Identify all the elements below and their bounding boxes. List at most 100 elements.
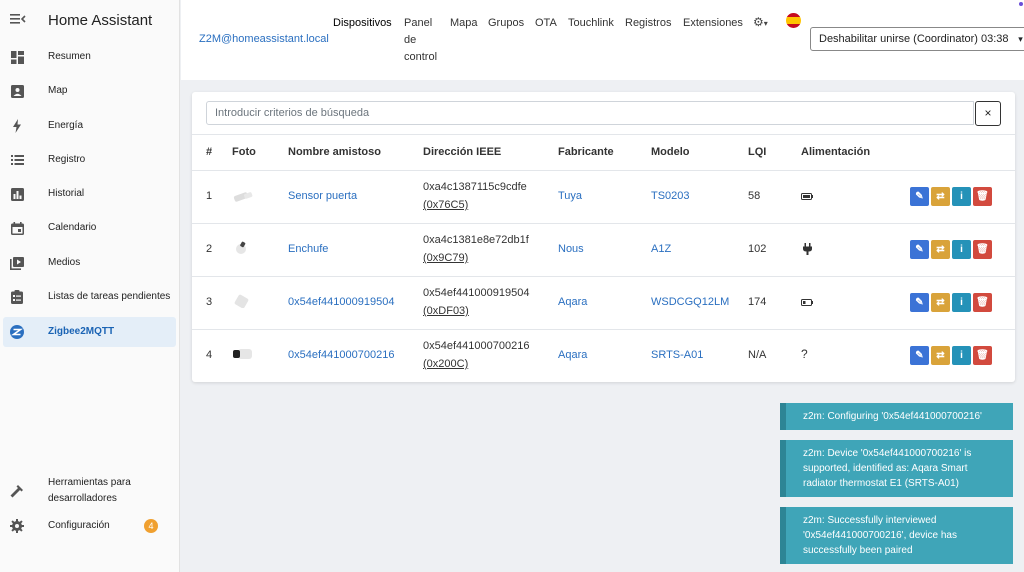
sidebar-item-calendario[interactable]: Calendario [0,213,176,243]
network-address: (0x200C) [423,358,469,370]
sidebar-item-label: Historial [48,188,85,199]
column-header-index[interactable]: # [206,146,212,158]
tab-panel-de-control[interactable]: Panel de control [404,15,437,66]
sidebar-item-energia[interactable]: Energía [0,111,176,141]
device-name-link[interactable]: Sensor puerta [288,188,357,205]
ieee-address: 0x54ef441000700216 [423,340,530,352]
tab-dispositivos[interactable]: Dispositivos [333,15,392,32]
reconfigure-button[interactable]: ⇄ [931,240,950,259]
info-button[interactable]: i [952,346,971,365]
delete-button[interactable]: 🗑 [973,293,992,312]
model-link[interactable]: TS0203 [651,188,690,205]
chevron-down-icon[interactable]: ▾ [1014,27,1024,51]
sidebar-item-dev-tools[interactable]: Herramientas para desarrolladores [0,473,176,509]
clear-search-button[interactable]: × [975,101,1001,126]
dev-tools-line-1: Herramientas para [48,477,131,488]
sidebar-item-registro[interactable]: Registro [0,145,176,175]
tab-ota[interactable]: OTA [535,15,557,32]
column-header-photo[interactable]: Foto [232,146,256,158]
device-name-link[interactable]: 0x54ef441000700216 [288,347,394,364]
row-actions: ✎ ⇄ i 🗑 [910,293,992,312]
sidebar-item-label: Registro [48,154,86,165]
column-header-ieee[interactable]: Dirección IEEE [423,146,501,158]
column-header-power[interactable]: Alimentación [801,146,870,158]
reconfigure-button[interactable]: ⇄ [931,187,950,206]
panel-line-3: control [404,51,438,63]
map-icon [10,84,24,98]
edit-button[interactable]: ✎ [910,346,929,365]
vendor-link[interactable]: Tuya [558,188,582,205]
tab-touchlink[interactable]: Touchlink [568,15,614,32]
edit-button[interactable]: ✎ [910,240,929,259]
toast-notification[interactable]: z2m: Successfully interviewed '0x54ef441… [780,507,1013,564]
sidebar-item-historial[interactable]: Historial [0,179,176,209]
panel-line-1: Panel [404,17,433,29]
vendor-link[interactable]: Nous [558,241,584,258]
device-photo [234,294,249,308]
gear-icon: ⚙ [753,15,764,29]
tab-mapa[interactable]: Mapa [450,15,478,32]
row-actions: ✎ ⇄ i 🗑 [910,346,992,365]
tab-extensiones[interactable]: Extensiones [683,15,743,32]
column-header-name[interactable]: Nombre amistoso [288,146,381,158]
info-button[interactable]: i [952,240,971,259]
vendor-link[interactable]: Aqara [558,294,587,311]
devices-table-card: × # Foto Nombre amistoso Dirección IEEE … [192,92,1015,382]
sidebar-item-label: Medios [48,257,81,268]
sidebar-item-configuracion[interactable]: Configuración 4 [0,511,176,541]
vendor-link[interactable]: Aqara [558,347,587,364]
row-index: 4 [206,349,213,361]
row-actions: ✎ ⇄ i 🗑 [910,240,992,259]
sidebar-item-zigbee2mqtt[interactable]: Zigbee2MQTT [3,317,176,347]
model-link[interactable]: SRTS-A01 [651,347,703,364]
device-photo [236,241,246,254]
reconfigure-button[interactable]: ⇄ [931,293,950,312]
sidebar-item-listas-tareas[interactable]: Listas de tareas pendientes [0,282,176,312]
lightning-icon [10,119,24,133]
host-link[interactable]: Z2M@homeassistant.local [199,33,329,45]
language-flag-icon[interactable] [786,13,801,28]
notification-badge: 4 [144,519,158,533]
toast-notification[interactable]: z2m: Configuring '0x54ef441000700216' [780,403,1013,430]
column-header-model[interactable]: Modelo [651,146,690,158]
permit-join-button[interactable]: Deshabilitar unirse (Coordinator) 03:38 [810,27,1018,51]
delete-button[interactable]: 🗑 [973,187,992,206]
sidebar-item-label: Zigbee2MQTT [48,326,115,337]
column-header-lqi[interactable]: LQI [748,146,766,158]
battery-low-icon [801,299,813,306]
search-input[interactable] [206,101,974,125]
lqi-value: 102 [748,243,767,255]
menu-collapse-icon[interactable] [10,12,26,28]
tab-grupos[interactable]: Grupos [488,15,524,32]
sidebar-item-label: Energía [48,120,84,131]
chart-icon [10,187,24,201]
plug-icon [803,243,812,255]
delete-button[interactable]: 🗑 [973,240,992,259]
divider [192,134,1015,135]
reconfigure-button[interactable]: ⇄ [931,346,950,365]
table-row: 2 Enchufe 0xa4c1381e8e72db1f (0x9C79) No… [192,224,1015,277]
table-row: 4 0x54ef441000700216 0x54ef441000700216 … [192,330,1015,383]
dashboard-icon [10,50,24,64]
edit-button[interactable]: ✎ [910,187,929,206]
ieee-address: 0xa4c1387115c9cdfe [423,181,527,193]
model-link[interactable]: WSDCGQ12LM [651,294,729,311]
info-button[interactable]: i [952,293,971,312]
sidebar-item-medios[interactable]: Medios [0,248,176,278]
delete-button[interactable]: 🗑 [973,346,992,365]
device-name-link[interactable]: Enchufe [288,241,328,258]
sidebar-item-map[interactable]: Map [0,76,176,106]
sidebar-header: Home Assistant [0,0,179,40]
dev-tools-line-2: desarrolladores [48,493,117,504]
edit-button[interactable]: ✎ [910,293,929,312]
model-link[interactable]: A1Z [651,241,671,258]
tab-registros[interactable]: Registros [625,15,671,32]
settings-dropdown[interactable]: ⚙▾ [753,15,768,29]
device-name-link[interactable]: 0x54ef441000919504 [288,294,394,311]
gear-icon [10,519,24,533]
info-button[interactable]: i [952,187,971,206]
toast-notification[interactable]: z2m: Device '0x54ef441000700216' is supp… [780,440,1013,497]
column-header-vendor[interactable]: Fabricante [558,146,614,158]
sidebar-item-resumen[interactable]: Resumen [0,42,176,72]
sidebar-item-label: Calendario [48,222,97,233]
